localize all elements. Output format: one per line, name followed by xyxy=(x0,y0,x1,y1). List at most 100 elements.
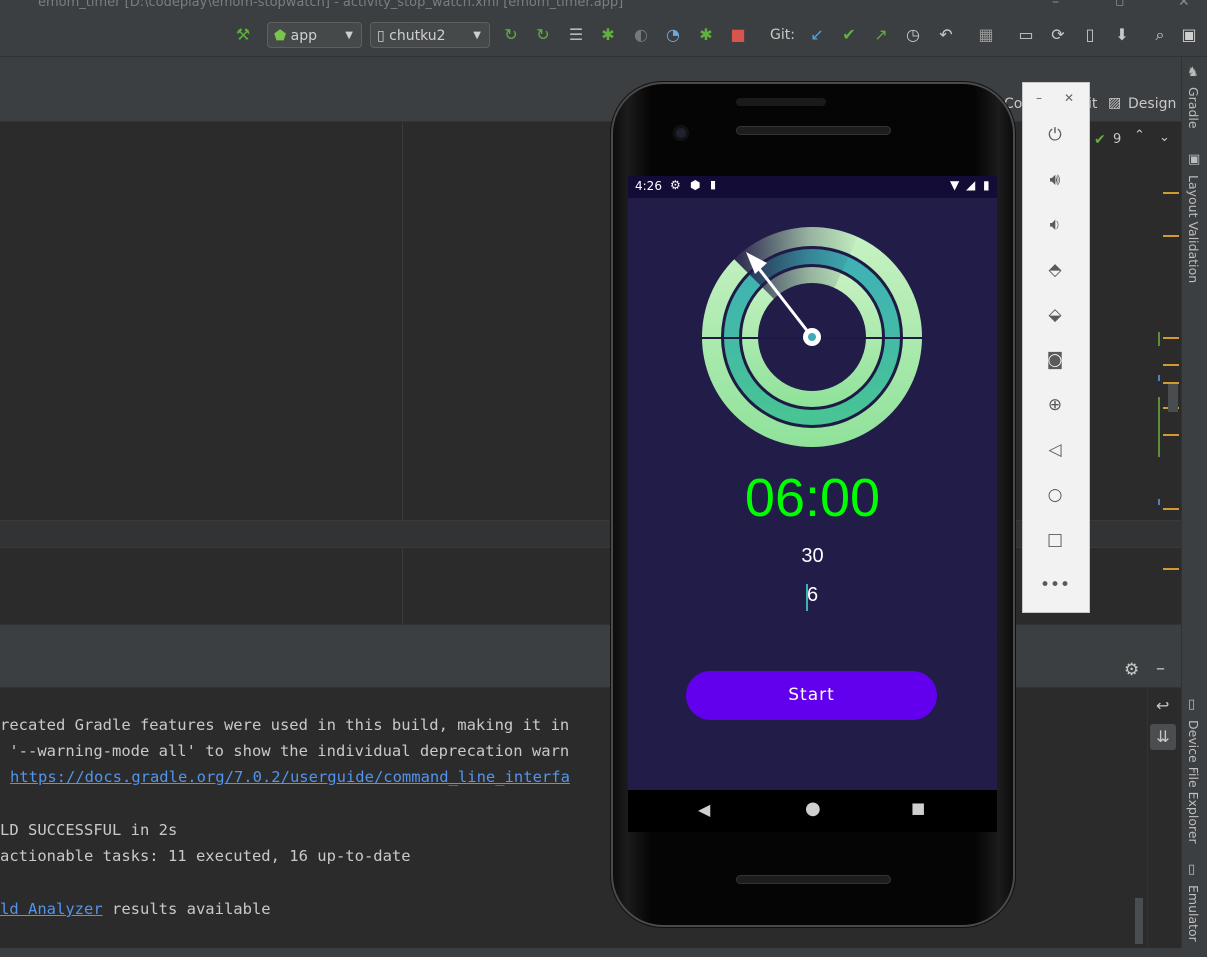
phone-screen[interactable]: 4:26 ⚙ ⬢ ▮ ▼ ◢ ▮ 06:00 30 6 Start xyxy=(628,176,997,790)
device-file-explorer-icon: ▯ xyxy=(1188,697,1196,712)
phone-device-icon: ▯ xyxy=(377,28,385,44)
console-line: '--warning-mode all' to show the individ… xyxy=(0,742,570,760)
git-commit-icon[interactable]: ✔ xyxy=(838,24,860,46)
warning-marker[interactable] xyxy=(1163,434,1179,436)
design-view-tab[interactable]: Design xyxy=(1128,96,1176,112)
hide-panel-icon[interactable]: – xyxy=(1156,658,1165,679)
git-update-icon[interactable]: ↙ xyxy=(806,24,828,46)
device-dropdown[interactable]: ▯ chutku2 ▼ xyxy=(370,22,490,48)
shield-icon: ⬢ xyxy=(690,178,701,192)
soft-wrap-icon[interactable]: ↩ xyxy=(1156,696,1169,715)
previous-highlight-icon[interactable]: ⌃ xyxy=(1134,128,1145,143)
change-marker xyxy=(1158,397,1160,457)
device-file-explorer-tool-tab[interactable]: Device File Explorer xyxy=(1186,720,1201,844)
maximize-window-icon[interactable]: ▫ xyxy=(1115,0,1125,10)
git-label: Git: xyxy=(770,27,795,43)
account-avatar-icon[interactable]: ▣ xyxy=(1178,24,1200,46)
change-marker xyxy=(1158,499,1160,505)
change-marker xyxy=(1158,332,1160,346)
layout-validation-icon: ▣ xyxy=(1188,152,1201,167)
right-tool-strip: ♞ Gradle ▣ Layout Validation ▯ Device Fi… xyxy=(1181,57,1207,948)
stop-icon[interactable]: ■ xyxy=(727,24,749,46)
back-icon[interactable]: ◁ xyxy=(1023,435,1087,465)
device-label: chutku2 xyxy=(389,28,446,44)
signal-icon: ◢ xyxy=(966,178,976,192)
warning-marker[interactable] xyxy=(1163,337,1179,339)
window-title: emom_timer [D:\codeplay\emom-stopwatch] … xyxy=(38,0,624,10)
warning-marker[interactable] xyxy=(1163,568,1179,570)
bottom-speaker xyxy=(736,875,891,884)
next-highlight-icon[interactable]: ⌄ xyxy=(1159,130,1170,145)
timer-display: 06:00 xyxy=(744,468,881,528)
scroll-to-end-icon[interactable]: ⇊ xyxy=(1150,724,1176,750)
minimize-window-icon[interactable]: – xyxy=(1052,0,1059,10)
minimize-icon[interactable]: – xyxy=(1036,91,1042,105)
close-window-icon[interactable]: ✕ xyxy=(1178,0,1190,10)
profiler-gauge-icon[interactable]: ◔ xyxy=(662,24,684,46)
apply-code-changes-icon[interactable]: ↻ xyxy=(532,24,554,46)
gradle-docs-link-text[interactable]: https://docs.gradle.org/7.0.2/userguide/… xyxy=(10,768,570,786)
layout-validation-tool-tab[interactable]: Layout Validation xyxy=(1186,175,1201,283)
git-history-icon[interactable]: ◷ xyxy=(902,24,924,46)
device-manager-icon[interactable]: ▭ xyxy=(1015,24,1037,46)
profile-icon[interactable]: ◐ xyxy=(630,24,652,46)
start-button[interactable]: Start xyxy=(686,671,937,720)
warning-marker[interactable] xyxy=(1163,364,1179,366)
sync-list-icon[interactable]: ☰ xyxy=(565,24,587,46)
nav-recents-icon[interactable]: ■ xyxy=(911,799,925,817)
change-marker xyxy=(1158,375,1160,381)
console-line: ld Analyzer results available xyxy=(0,900,271,918)
build-analyzer-link[interactable]: ld Analyzer xyxy=(0,900,103,918)
gradle-docs-link[interactable]: https://docs.gradle.org/7.0.2/userguide/… xyxy=(10,768,570,786)
editor-scrollbar-thumb[interactable] xyxy=(1168,384,1178,412)
build-hammer-icon[interactable]: ⚒ xyxy=(232,24,254,46)
front-camera xyxy=(673,125,689,141)
git-push-icon[interactable]: ↗ xyxy=(870,24,892,46)
screenshot-camera-icon[interactable]: ◙ xyxy=(1023,345,1087,375)
settings-gear-icon[interactable]: ⚙ xyxy=(1124,660,1139,680)
power-icon[interactable]: ⏻ xyxy=(1023,120,1087,150)
close-icon[interactable]: ✕ xyxy=(1064,91,1074,105)
volume-down-icon[interactable]: 🔉︎ xyxy=(1023,210,1087,240)
status-bar xyxy=(0,948,1207,957)
nav-home-icon[interactable]: ● xyxy=(805,798,821,819)
console-scrollbar-thumb[interactable] xyxy=(1135,898,1143,944)
editor-divider xyxy=(402,122,403,624)
more-options-icon[interactable]: ••• xyxy=(1023,570,1087,600)
nav-back-icon[interactable]: ◀ xyxy=(698,800,710,819)
avd-manager-icon[interactable]: ▯ xyxy=(1079,24,1101,46)
stopwatch-dial xyxy=(701,226,923,447)
rounds-input[interactable]: 6 xyxy=(628,584,997,611)
inspection-check-icon[interactable]: ✔ xyxy=(1094,132,1106,148)
home-icon[interactable]: ○ xyxy=(1023,480,1087,510)
text-cursor xyxy=(806,584,808,611)
gradle-tool-tab[interactable]: Gradle xyxy=(1186,87,1201,129)
emulator-tool-tab[interactable]: Emulator xyxy=(1186,885,1201,942)
image-icon: ▨ xyxy=(1108,95,1122,111)
rotate-left-icon[interactable]: ⬘ xyxy=(1023,255,1087,285)
inspection-count: 9 xyxy=(1113,132,1122,147)
volume-up-icon[interactable]: 🔊︎ xyxy=(1023,165,1087,195)
warning-marker[interactable] xyxy=(1163,508,1179,510)
project-structure-icon[interactable]: ▦ xyxy=(975,24,997,46)
run-configuration-dropdown[interactable]: ⬟ app ▼ xyxy=(267,22,362,48)
sdk-manager-icon[interactable]: ⬇ xyxy=(1111,24,1133,46)
sync-gradle-icon[interactable]: ⟳ xyxy=(1047,24,1069,46)
warning-marker[interactable] xyxy=(1163,235,1179,237)
search-icon[interactable]: ⌕ xyxy=(1149,24,1171,46)
interval-input[interactable]: 30 xyxy=(628,545,997,568)
run-config-label: app xyxy=(290,28,317,44)
rotate-right-icon[interactable]: ⬙ xyxy=(1023,300,1087,330)
overview-icon[interactable]: □ xyxy=(1023,525,1087,555)
console-line: LD SUCCESSFUL in 2s xyxy=(0,821,178,839)
android-navigation-bar: ◀ ● ■ xyxy=(628,790,997,832)
apply-changes-restart-icon[interactable]: ↻ xyxy=(500,24,522,46)
phone-top-slot xyxy=(736,98,826,106)
warning-marker[interactable] xyxy=(1163,192,1179,194)
main-toolbar: ⚒ ⬟ app ▼ ▯ chutku2 ▼ ↻ ↻ ☰ ✱ ◐ ◔ ✱ ■ Gi… xyxy=(0,16,1207,57)
rollback-icon[interactable]: ↶ xyxy=(935,24,957,46)
attach-debugger-icon[interactable]: ✱ xyxy=(695,24,717,46)
zoom-icon[interactable]: ⊕ xyxy=(1023,390,1087,420)
debug-icon[interactable]: ✱ xyxy=(597,24,619,46)
hand-pivot-center xyxy=(808,333,816,341)
